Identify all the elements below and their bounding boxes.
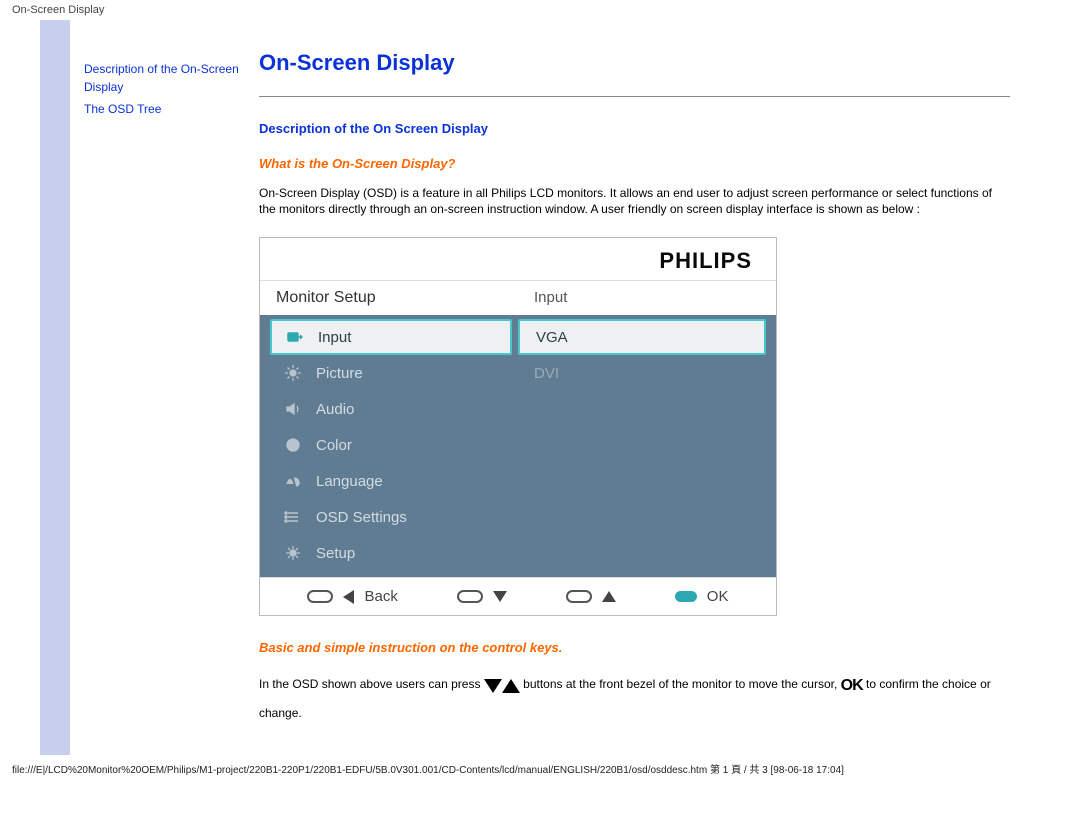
osd-header-left: Monitor Setup [260, 281, 518, 315]
sidebar-link-description[interactable]: Description of the On-Screen Display [84, 60, 247, 96]
page-container: Description of the On-Screen Display The… [40, 20, 1040, 755]
osd-item-audio[interactable]: Audio [270, 391, 512, 427]
osd-footer: Back OK [260, 577, 776, 615]
window-title: On-Screen Display [0, 0, 1080, 20]
osd-item-color[interactable]: Color [270, 427, 512, 463]
instruction-paragraph: In the OSD shown above users can press b… [259, 669, 1010, 725]
osd-option-label: VGA [536, 329, 568, 346]
button-pill-icon [457, 590, 483, 603]
osd-left-column: Input Picture Audio [260, 315, 518, 577]
sidebar-link-osd-tree[interactable]: The OSD Tree [84, 100, 247, 118]
osd-ok-label: OK [707, 588, 729, 605]
osd-item-label: Input [318, 329, 351, 346]
osd-item-label: OSD Settings [316, 509, 407, 526]
arrow-up-icon [502, 679, 520, 693]
main-content: On-Screen Display Description of the On … [255, 20, 1040, 755]
button-pill-icon [307, 590, 333, 603]
gear-icon [284, 544, 302, 562]
page-title: On-Screen Display [259, 50, 1010, 76]
osd-item-setup[interactable]: Setup [270, 535, 512, 571]
osd-header-right: Input [518, 281, 776, 315]
osd-item-language[interactable]: Language [270, 463, 512, 499]
osd-option-vga[interactable]: VGA [518, 319, 766, 355]
osd-back-label: Back [364, 588, 397, 605]
osd-nav-down[interactable] [457, 590, 507, 603]
button-pill-filled-icon [675, 591, 697, 602]
philips-logo: PHILIPS [659, 248, 752, 273]
osd-item-picture[interactable]: Picture [270, 355, 512, 391]
section-heading-description: Description of the On Screen Display [259, 121, 1010, 136]
osd-right-column: VGA DVI [518, 315, 776, 577]
osd-item-input[interactable]: Input [270, 319, 512, 355]
globe-icon [284, 436, 302, 454]
instruction-text-b: buttons at the front bezel of the monito… [523, 678, 837, 692]
input-icon [286, 328, 304, 346]
list-icon [284, 508, 302, 526]
intro-paragraph: On-Screen Display (OSD) is a feature in … [259, 185, 1010, 217]
language-icon [284, 472, 302, 490]
osd-nav-ok[interactable]: OK [675, 588, 729, 605]
osd-item-osd-settings[interactable]: OSD Settings [270, 499, 512, 535]
osd-nav-up[interactable] [566, 590, 616, 603]
osd-item-label: Setup [316, 545, 355, 562]
osd-nav-back[interactable]: Back [307, 588, 397, 605]
osd-item-label: Audio [316, 401, 354, 418]
arrow-up-icon [602, 591, 616, 602]
osd-body: Input Picture Audio [260, 315, 776, 577]
arrow-left-icon [343, 590, 354, 604]
osd-brand-bar: PHILIPS [260, 238, 776, 280]
osd-item-label: Color [316, 437, 352, 454]
sidebar: Description of the On-Screen Display The… [70, 20, 255, 755]
instruction-text-a: In the OSD shown above users can press [259, 678, 480, 692]
osd-item-label: Language [316, 473, 383, 490]
osd-option-label: DVI [534, 365, 559, 382]
osd-option-dvi[interactable]: DVI [518, 355, 766, 391]
button-pill-icon [566, 590, 592, 603]
arrow-down-icon [484, 679, 502, 693]
ok-glyph: OK [841, 670, 863, 702]
osd-header-row: Monitor Setup Input [260, 280, 776, 315]
arrow-down-icon [493, 591, 507, 602]
left-accent-bar [40, 20, 70, 755]
divider [259, 96, 1010, 97]
footer-file-path: file:///E|/LCD%20Monitor%20OEM/Philips/M… [0, 755, 1080, 786]
speaker-icon [284, 400, 302, 418]
subheading-instructions: Basic and simple instruction on the cont… [259, 640, 1010, 655]
osd-item-label: Picture [316, 365, 363, 382]
osd-screenshot: PHILIPS Monitor Setup Input Input [259, 237, 777, 616]
subheading-what-is-osd: What is the On-Screen Display? [259, 156, 1010, 171]
sun-icon [284, 364, 302, 382]
